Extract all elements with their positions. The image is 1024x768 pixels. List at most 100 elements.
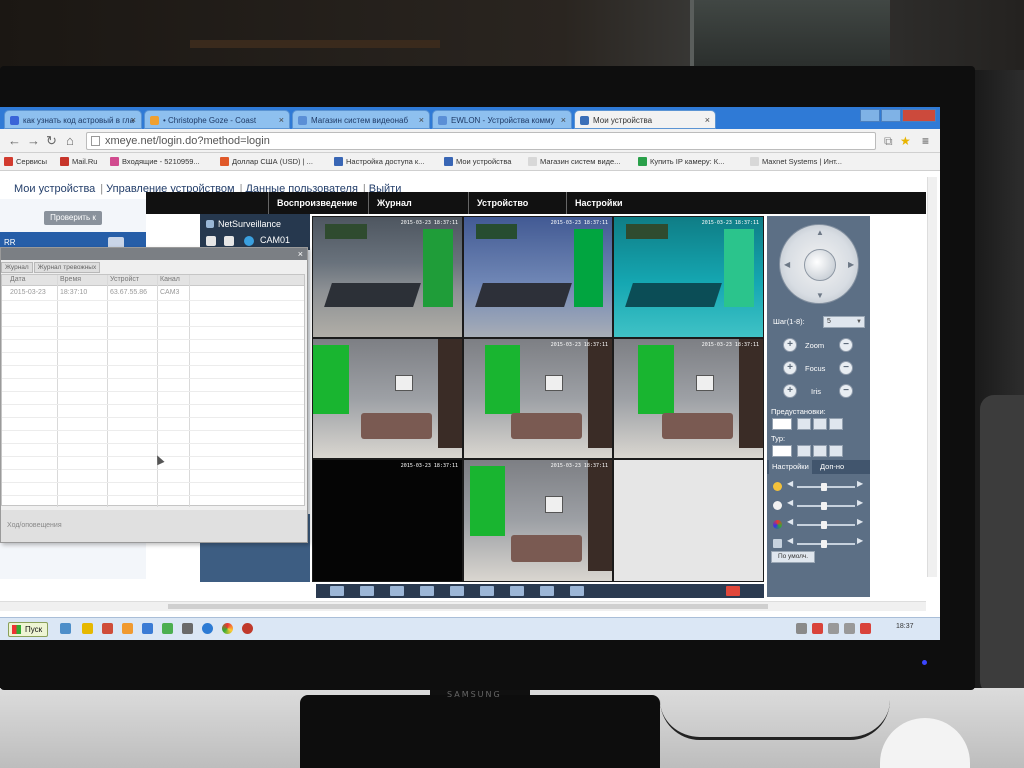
network-icon[interactable] [828,623,839,634]
layout-1-icon[interactable] [360,586,374,596]
start-button[interactable]: Пуск [8,622,48,637]
camera-tile-8[interactable]: 2015-03-23 18:37:11 [463,459,613,582]
slider-right-icon[interactable]: ▶ [857,536,863,545]
camera-tile-1[interactable]: 2015-03-23 18:37:11 [312,216,463,338]
col-header-device[interactable]: Устройст [110,276,139,283]
bookmark-inbox[interactable]: Входящие - 5210959... [110,155,200,168]
menu-playback[interactable]: Воспроизведение [268,192,357,214]
preset-set-icon[interactable] [797,418,811,430]
tab-alarm-log[interactable]: Журнал тревожных [33,262,101,273]
slider-left-icon[interactable]: ◀ [787,517,793,526]
bookmark-maxnet[interactable]: Maxnet Systems | Инт... [750,155,842,168]
record-icon[interactable] [244,236,254,246]
star-icon[interactable]: ★ [900,133,911,149]
nav-my-devices[interactable]: Мои устройства [14,183,95,195]
menu-device[interactable]: Устройство [468,192,528,214]
slider-knob[interactable] [821,521,827,529]
slider-knob[interactable] [821,502,827,510]
page-scrollbar-horizontal[interactable] [0,601,926,611]
minimize-button[interactable] [860,109,880,122]
tab-3[interactable]: Магазин систем видеонаб × [292,110,430,129]
iris-minus-button[interactable]: − [839,384,853,398]
alarm-icon[interactable] [726,586,740,596]
camera-tile-9[interactable] [613,459,764,582]
camera-tile-4[interactable] [312,338,463,459]
arrow-left-icon[interactable]: ◀ [784,260,790,269]
col-header-date[interactable]: Дата [10,276,26,283]
address-bar[interactable]: xmeye.net/login.do?method=login [86,132,876,150]
skype-icon[interactable] [202,623,213,634]
volume-icon[interactable] [844,623,855,634]
fullscreen-icon[interactable] [330,586,344,596]
slider-right-icon[interactable]: ▶ [857,479,863,488]
clock[interactable]: 18:37 [896,623,914,630]
menu-icon[interactable]: ≡ [922,133,929,149]
tray-icon[interactable] [860,623,871,634]
hue-slider[interactable] [797,540,855,548]
back-icon[interactable]: ← [8,132,21,149]
page-scrollbar-vertical[interactable] [927,177,937,577]
chrome-icon[interactable] [222,623,233,634]
home-icon[interactable]: ⌂ [66,132,74,149]
camera-tile-7[interactable]: 2015-03-23 18:37:11 [312,459,463,582]
preset-input[interactable] [772,418,792,430]
close-icon[interactable]: × [561,111,566,128]
layout-9-icon[interactable] [420,586,434,596]
slider-left-icon[interactable]: ◀ [787,536,793,545]
slider-right-icon[interactable]: ▶ [857,498,863,507]
explorer-icon[interactable] [60,623,71,634]
arrow-right-icon[interactable]: ▶ [848,260,854,269]
tab-1[interactable]: как узнать код астровый в гла × [4,110,142,129]
bookmark-usd[interactable]: Доллар США (USD) | ... [220,155,313,168]
close-icon[interactable]: × [298,248,303,260]
arrow-up-icon[interactable]: ▲ [816,228,824,237]
app-icon[interactable] [102,623,113,634]
tab-settings[interactable]: Настройки [769,460,812,474]
snapshot-icon[interactable] [206,236,216,246]
slider-knob[interactable] [821,540,827,548]
opera-icon[interactable] [242,623,253,634]
focus-minus-button[interactable]: − [839,361,853,375]
snapshot-icon[interactable] [540,586,554,596]
close-icon[interactable]: × [419,111,424,128]
bookmark-services[interactable]: Сервисы [4,155,47,168]
log-window-titlebar[interactable]: × [1,248,307,260]
camera-tile-5[interactable]: 2015-03-23 18:37:11 [463,338,613,459]
close-window-button[interactable] [902,109,936,122]
zoom-plus-button[interactable]: + [783,338,797,352]
tab-4[interactable]: EWLON - Устройства комму × [432,110,572,129]
bookmark-my-devices[interactable]: Мои устройства [444,155,511,168]
tree-camera[interactable]: CAM01 [260,235,290,245]
audio-icon[interactable] [570,586,584,596]
app-icon[interactable] [122,623,133,634]
layout-16-icon[interactable] [450,586,464,596]
slider-left-icon[interactable]: ◀ [787,498,793,507]
bookmark-shop[interactable]: Магазин систем виде... [528,155,620,168]
preset-go-icon[interactable] [813,418,827,430]
tour-grid-icon[interactable] [829,445,843,457]
play-icon[interactable] [224,236,234,246]
record-icon[interactable] [510,586,524,596]
stop-icon[interactable] [480,586,494,596]
close-icon[interactable]: × [131,111,136,128]
menu-log[interactable]: Журнал [368,192,412,214]
arrow-down-icon[interactable]: ▼ [816,291,824,300]
slider-left-icon[interactable]: ◀ [787,479,793,488]
brightness-slider[interactable] [797,483,855,491]
focus-plus-button[interactable]: + [783,361,797,375]
menu-settings[interactable]: Настройки [566,192,622,214]
tour-stop-icon[interactable] [813,445,827,457]
scroll-thumb[interactable] [168,604,768,609]
layout-4-icon[interactable] [390,586,404,596]
restore-button[interactable] [881,109,901,122]
iris-plus-button[interactable]: + [783,384,797,398]
tab-2[interactable]: • Christophe Goze - Coast × [144,110,290,129]
forward-icon[interactable]: → [27,132,40,149]
reload-icon[interactable]: ↻ [46,132,57,149]
check-button[interactable]: Проверить к [44,211,102,225]
slider-knob[interactable] [821,483,827,491]
zoom-minus-button[interactable]: − [839,338,853,352]
bookmark-access[interactable]: Настройка доступа к... [334,155,424,168]
close-icon[interactable]: × [705,111,710,128]
tour-play-icon[interactable] [797,445,811,457]
